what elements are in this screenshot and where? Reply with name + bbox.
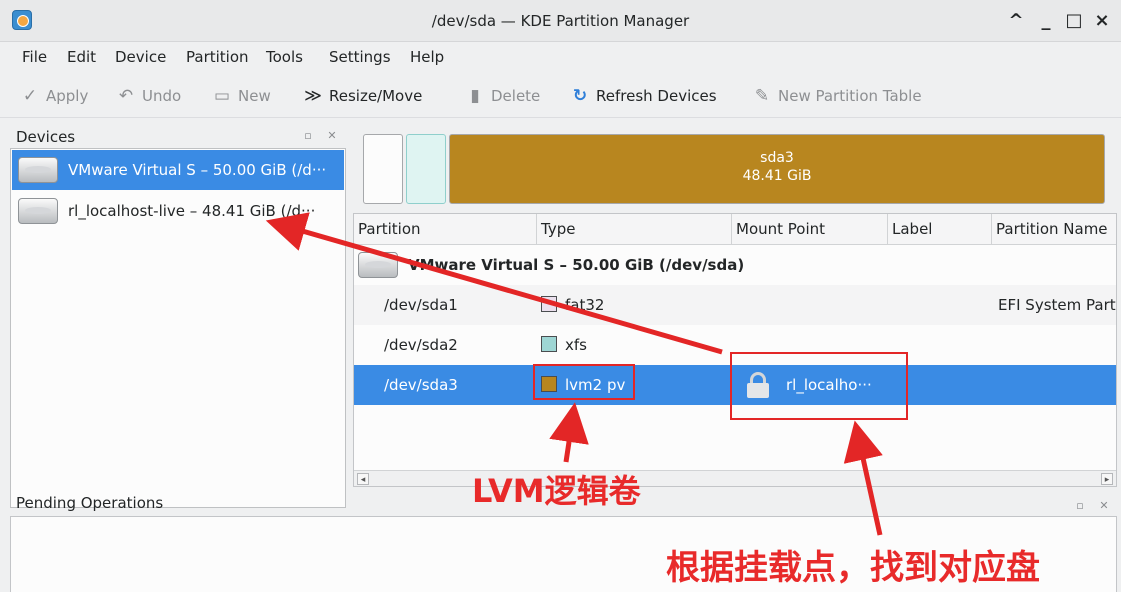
xfs-swatch [541,336,557,352]
delete-button[interactable]: ▮ Delete [465,84,540,108]
new-document-icon: ▭ [213,86,231,106]
partition-map: sda3 48.41 GiB [363,134,1107,206]
partition-table: Partition Type Mount Point Label Partiti… [353,213,1117,487]
hard-disk-icon [18,157,58,183]
resize-move-button[interactable]: ≫ Resize/Move [303,84,422,108]
apply-button[interactable]: ✓ Apply [20,84,88,108]
new-partition-button[interactable]: ▭ New [212,84,271,108]
hard-disk-icon [358,252,398,278]
partition-block-sda3[interactable]: sda3 48.41 GiB [449,134,1105,204]
device-list: VMware Virtual S – 50.00 GiB (/d··· rl_l… [10,148,346,508]
undo-icon: ↶ [118,86,134,106]
device-row[interactable]: VMware Virtual S – 50.00 GiB (/dev/sda) [354,245,1116,285]
scroll-right-icon[interactable]: ▸ [1101,473,1113,485]
menu-file[interactable]: File [22,48,47,66]
partition-block-sda2[interactable] [406,134,446,204]
close-button[interactable]: × [1090,9,1114,33]
hard-disk-icon [18,198,58,224]
resize-icon: ≫ [304,86,322,106]
partition-block-sda1[interactable] [363,134,403,204]
refresh-icon: ↻ [572,86,588,106]
close-panel-icon[interactable]: ✕ [1098,500,1110,512]
trash-icon: ▮ [470,86,480,106]
partition-block-name: sda3 [760,150,794,166]
horizontal-scrollbar[interactable]: ◂ ▸ [354,470,1116,486]
maximize-button[interactable]: □ [1062,9,1086,33]
undo-button[interactable]: ↶ Undo [116,84,181,108]
refresh-devices-button[interactable]: ↻ Refresh Devices [570,84,717,108]
menu-bar: File Edit Device Partition Tools Setting… [0,42,1121,72]
menu-tools[interactable]: Tools [266,48,303,66]
column-type[interactable]: Type [537,214,732,245]
column-partition[interactable]: Partition [354,214,537,245]
window-title: /dev/sda — KDE Partition Manager [431,12,690,30]
float-panel-icon[interactable]: ▫ [302,130,314,142]
mount-annotation: 根据挂载点，找到对应盘 [666,548,1040,588]
column-mount-point[interactable]: Mount Point [732,214,888,245]
toolbar: ✓ Apply ↶ Undo ▭ New ≫ Resize/Move ▮ Delete ↻… [0,72,1121,118]
float-panel-icon[interactable]: ▫ [1074,500,1086,512]
table-header: Partition Type Mount Point Label Partiti… [354,214,1116,245]
menu-partition[interactable]: Partition [186,48,249,66]
devices-panel-title: Devices [16,128,76,146]
lvm-annotation: LVM逻辑卷 [472,472,641,510]
pending-operations-title: Pending Operations [16,494,164,512]
column-partition-name[interactable]: Partition Name [992,214,1116,245]
brush-icon: ✎ [754,86,770,106]
table-row-sda1[interactable]: /dev/sda1 fat32 EFI System Part [354,285,1116,325]
column-label[interactable]: Label [888,214,992,245]
close-panel-icon[interactable]: ✕ [326,130,338,142]
partition-block-size: 48.41 GiB [742,168,812,184]
check-icon: ✓ [22,86,38,106]
menu-settings[interactable]: Settings [329,48,391,66]
fat32-swatch [541,296,557,312]
devices-panel: Devices ▫ ✕ VMware Virtual S – 50.00 GiB… [10,124,346,508]
device-item-rl-localhost[interactable]: rl_localhost-live – 48.41 GiB (/d··· [12,191,344,231]
title-bar: /dev/sda — KDE Partition Manager ^ _ □ × [0,0,1121,42]
menu-device[interactable]: Device [115,48,166,66]
lvm-highlight-box [533,364,635,400]
menu-help[interactable]: Help [410,48,444,66]
minimize-button[interactable]: _ [1034,9,1058,33]
new-partition-table-button[interactable]: ✎ New Partition Table [752,84,922,108]
scroll-left-icon[interactable]: ◂ [357,473,369,485]
keep-above-button[interactable]: ^ [1004,9,1028,33]
mount-highlight-box [730,352,908,420]
menu-edit[interactable]: Edit [67,48,96,66]
device-item-vmware[interactable]: VMware Virtual S – 50.00 GiB (/d··· [12,150,344,190]
